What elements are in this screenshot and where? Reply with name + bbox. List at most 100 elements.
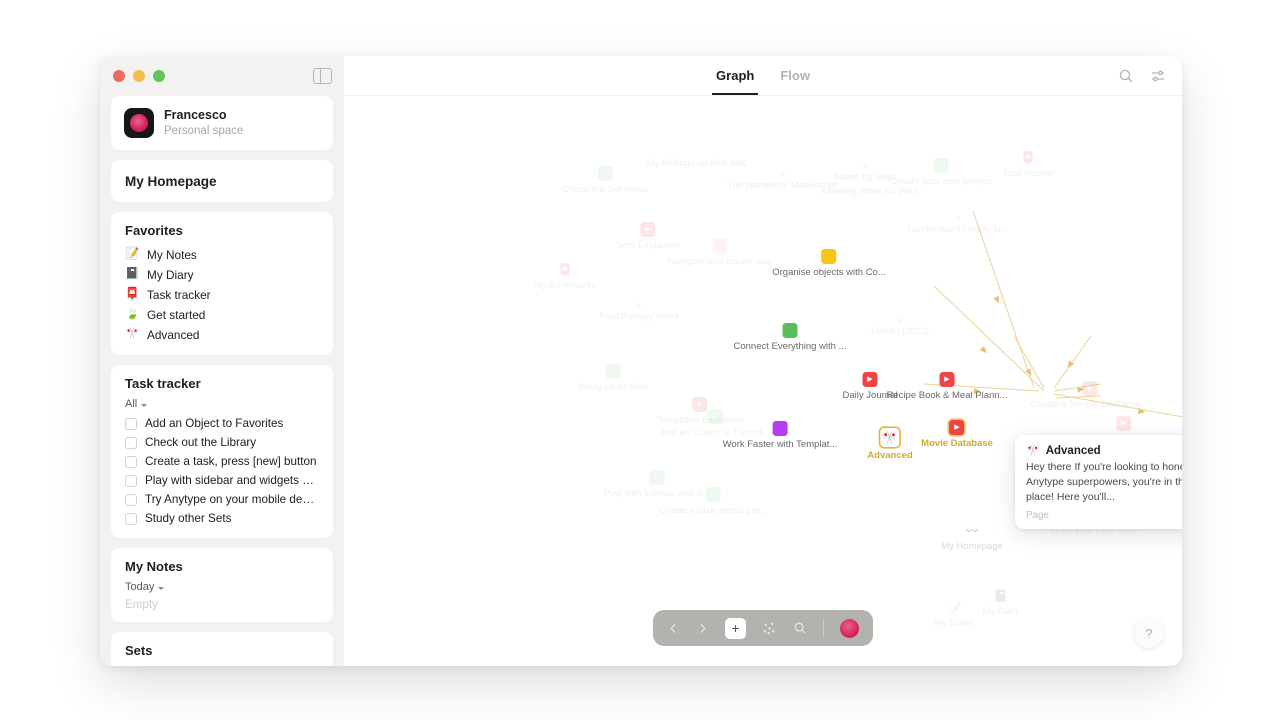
- task-tracker-filter[interactable]: All: [111, 398, 333, 414]
- graph-node-label: Navigate and create new: [667, 256, 773, 267]
- account-card[interactable]: Francesco Personal space: [111, 96, 333, 150]
- graph-node-icon: [782, 323, 798, 338]
- help-button[interactable]: ?: [1134, 618, 1164, 648]
- sidebar-item-my-homepage[interactable]: My Homepage: [111, 160, 333, 202]
- graph-node[interactable]: Navigate and create new: [667, 238, 773, 267]
- graph-node-icon: ✓: [705, 487, 721, 502]
- node-preview-tooltip: 🎌 Advanced Hey there If you're looking t…: [1015, 435, 1182, 529]
- task-checkbox[interactable]: [125, 455, 137, 468]
- favorite-item-label: My Diary: [147, 268, 194, 282]
- graph-node-label: Advanced: [867, 450, 913, 461]
- graph-node-label: Recipe Book & Meal Plann...: [886, 390, 1008, 401]
- graph-node[interactable]: 📓 My Diary: [982, 588, 1020, 618]
- tab-flow[interactable]: Flow: [780, 56, 810, 95]
- favorite-item-label: Advanced: [147, 328, 200, 342]
- my-notes-filter[interactable]: Today: [111, 581, 333, 597]
- graph-node[interactable]: ▶ Create a Simple Dashboar...: [1030, 381, 1150, 410]
- graph-node[interactable]: ▶ Movie Database: [921, 420, 993, 449]
- graph-node-icon: ✓: [707, 409, 723, 424]
- favorite-item[interactable]: 🍃 Get started: [111, 305, 333, 325]
- task-item[interactable]: Play with sidebar and widgets via edi...: [111, 471, 333, 490]
- set-item[interactable]: 📝My Notes: [111, 665, 333, 666]
- task-label: Add an Object to Favorites: [145, 417, 284, 430]
- graph-node-label: Work Faster with Templat...: [722, 439, 838, 450]
- task-label: Create a task, press [new] button: [145, 455, 317, 468]
- task-item[interactable]: Create a task, press [new] button: [111, 452, 333, 471]
- graph-node[interactable]: The Nameless Manuscript: [727, 172, 837, 191]
- sidebar-scroll-area[interactable]: Francesco Personal space My Homepage Fav…: [100, 96, 344, 666]
- create-object-button[interactable]: +: [725, 617, 746, 639]
- sidebar: Francesco Personal space My Homepage Fav…: [100, 56, 344, 666]
- graph-node-label: Ferrari (2023): [870, 326, 930, 337]
- minimize-window-button[interactable]: [133, 70, 145, 82]
- task-checkbox[interactable]: [125, 436, 137, 449]
- top-bar-actions: [1118, 56, 1166, 95]
- task-item[interactable]: Add an Object to Favorites: [111, 414, 333, 433]
- graph-node-icon: ▶: [949, 420, 965, 435]
- graph-node[interactable]: ▶ Recipe Book & Meal Plann...: [886, 372, 1008, 401]
- graph-node-icon: [779, 172, 785, 177]
- graph-node[interactable]: ✓ Check the Set views: [562, 166, 648, 195]
- graph-node[interactable]: Connect Everything with ...: [734, 323, 847, 352]
- graph-node-icon: ▶: [939, 372, 955, 387]
- task-checkbox[interactable]: [125, 474, 137, 487]
- favorite-item[interactable]: 🎌 Advanced: [111, 325, 333, 345]
- task-label: Play with sidebar and widgets via edi...: [145, 474, 319, 487]
- graph-node-label: The Nameless Manuscript: [726, 180, 838, 191]
- favorite-item[interactable]: 📓 My Diary: [111, 265, 333, 285]
- graph-node[interactable]: Poet therapy notes: [599, 303, 679, 322]
- favorite-item[interactable]: 📮 Task tracker: [111, 285, 333, 305]
- maximize-window-button[interactable]: [153, 70, 165, 82]
- graph-node-label: My Notes: [933, 618, 975, 629]
- forward-button[interactable]: [696, 622, 709, 635]
- task-checkbox[interactable]: [125, 417, 137, 430]
- favorite-item[interactable]: 📝 My Notes: [111, 245, 333, 265]
- graph-node[interactable]: 〰 My Homepage: [941, 523, 1003, 553]
- graph-node-label: Movie Database: [921, 438, 993, 449]
- task-tracker-widget: Task tracker All Add an Object to Favori…: [111, 365, 333, 538]
- graph-node[interactable]: ✓ Study other Sets: [578, 364, 648, 393]
- task-checkbox[interactable]: [125, 493, 137, 506]
- back-button[interactable]: [667, 622, 680, 635]
- graph-node-label: Meeting notes for Wed: [822, 186, 918, 197]
- graph-node[interactable]: Ferrari (2023): [871, 318, 929, 337]
- sidebar-toggle-icon[interactable]: [313, 67, 332, 85]
- sliders-icon[interactable]: [1150, 68, 1166, 84]
- graph-node-label: I understood I really lo...: [907, 224, 1009, 235]
- my-notes-empty-label: Empty: [125, 598, 158, 611]
- profile-avatar[interactable]: [840, 618, 859, 638]
- graph-node[interactable]: 📮 Task tracker: [1002, 150, 1053, 180]
- graph-node-label: Study other Sets: [577, 382, 649, 393]
- toolbar-search-icon[interactable]: [793, 621, 807, 635]
- graph-node[interactable]: Notes for Beth: [835, 164, 896, 183]
- favorite-emoji-icon: 🎌: [125, 328, 140, 341]
- task-item[interactable]: Check out the Library: [111, 433, 333, 452]
- tooltip-emoji-icon: 🎌: [1026, 445, 1040, 457]
- graph-node[interactable]: My findings on flow stat...: [647, 158, 754, 169]
- graph-node[interactable]: ✓ Create your own project: [891, 158, 992, 187]
- tab-graph[interactable]: Graph: [712, 56, 759, 95]
- my-homepage-label: My Homepage: [125, 174, 217, 189]
- favorites-title: Favorites: [125, 223, 183, 238]
- my-notes-title: My Notes: [125, 559, 183, 574]
- graph-node-icon: [862, 164, 868, 169]
- graph-icon[interactable]: [762, 621, 777, 636]
- task-item[interactable]: Study other Sets: [111, 509, 333, 528]
- my-notes-widget: My Notes Today Empty: [111, 548, 333, 622]
- close-window-button[interactable]: [113, 70, 125, 82]
- graph-node-label: Connect Everything with ...: [733, 341, 847, 352]
- graph-canvas[interactable]: My findings on flow stat... ✓ Check the Se…: [344, 96, 1182, 666]
- graph-node[interactable]: Work Faster with Templat...: [722, 421, 838, 450]
- graph-node[interactable]: I understood I really lo...: [907, 216, 1009, 235]
- graph-node[interactable]: 🎌 Advanced: [867, 428, 913, 461]
- graph-node-icon: ▶: [1082, 381, 1098, 396]
- graph-node[interactable]: ✓ Create a task, press [ne...: [658, 487, 768, 516]
- graph-node[interactable]: Organise objects with Co...: [772, 249, 886, 278]
- graph-node-label: Create a task, press [ne...: [658, 505, 768, 516]
- task-checkbox[interactable]: [125, 512, 137, 525]
- search-icon[interactable]: [1118, 68, 1134, 84]
- graph-node-label: My Diary: [982, 606, 1020, 617]
- task-item[interactable]: Try Anytype on your mobile device: [111, 490, 333, 509]
- graph-node[interactable]: 📮 My Bookmarks: [534, 262, 597, 292]
- graph-node[interactable]: 📝 My Notes: [933, 600, 975, 630]
